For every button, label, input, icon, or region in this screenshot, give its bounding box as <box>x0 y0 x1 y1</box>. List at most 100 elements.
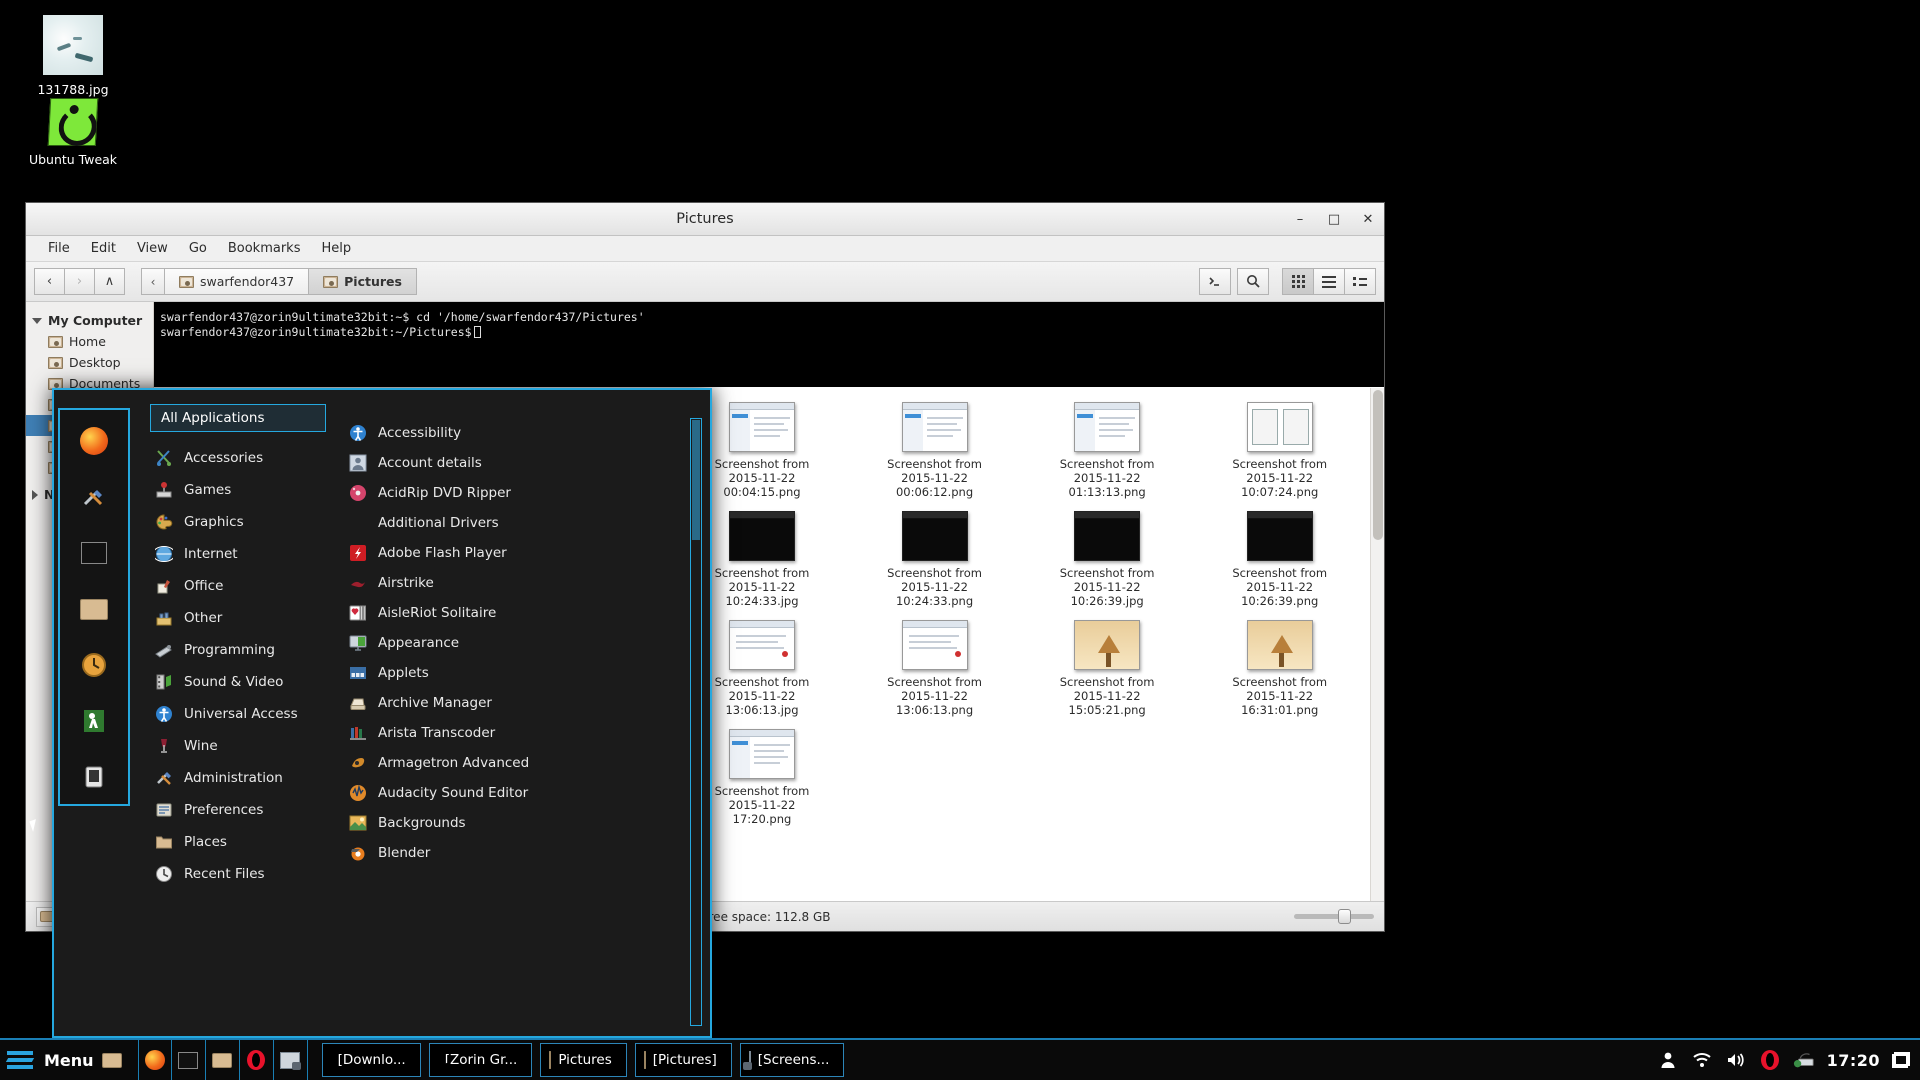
terminal-icon[interactable] <box>77 536 111 570</box>
wifi-icon[interactable] <box>1691 1049 1713 1071</box>
logout-icon[interactable] <box>77 704 111 738</box>
terminal-cursor <box>474 326 481 338</box>
quick-launch-terminal[interactable] <box>172 1039 206 1080</box>
application-item-archive-manager[interactable]: Archive Manager <box>334 688 710 718</box>
sidebar-item-home[interactable]: Home <box>26 331 153 352</box>
menu-go[interactable]: Go <box>189 241 207 256</box>
view-mode-buttons <box>1283 268 1376 295</box>
taskbar-window-button[interactable]: [Pictures] <box>635 1043 732 1077</box>
show-desktop-icon[interactable] <box>1892 1052 1910 1068</box>
grid-view-icon[interactable] <box>1282 268 1314 295</box>
quick-launch-folder[interactable] <box>206 1039 240 1080</box>
opera-icon[interactable] <box>1759 1049 1781 1071</box>
menu-help[interactable]: Help <box>321 241 351 256</box>
compact-view-icon[interactable] <box>1344 268 1376 295</box>
application-item-aisleriot-solitaire[interactable]: AisleRiot Solitaire <box>334 598 710 628</box>
category-item-graphics[interactable]: Graphics <box>142 506 334 538</box>
tools-icon[interactable] <box>77 480 111 514</box>
scrollbar-thumb[interactable] <box>692 420 700 540</box>
application-item-adobe-flash-player[interactable]: Adobe Flash Player <box>334 538 710 568</box>
desktop-icon-image[interactable]: 131788.jpg <box>18 14 128 97</box>
app-list-scrollbar[interactable] <box>690 418 702 1026</box>
category-item-recent-files[interactable]: Recent Files <box>142 858 334 890</box>
application-item-applets[interactable]: Applets <box>334 658 710 688</box>
accessibility-icon <box>348 423 368 443</box>
taskbar-window-button[interactable]: [Screens... <box>740 1043 845 1077</box>
application-item-appearance[interactable]: Appearance <box>334 628 710 658</box>
scrollbar-thumb[interactable] <box>1373 390 1383 540</box>
breadcrumb-item-swarfendor437[interactable]: swarfendor437 <box>165 268 309 295</box>
volume-icon[interactable] <box>1725 1049 1747 1071</box>
application-item-audacity-sound-editor[interactable]: Audacity Sound Editor <box>334 778 710 808</box>
quick-launch-firefox[interactable] <box>138 1039 172 1080</box>
all-applications-button[interactable]: All Applications <box>150 404 326 432</box>
list-view-icon[interactable] <box>1313 268 1345 295</box>
file-item[interactable]: Screenshot from2015-11-2200:06:12.png <box>848 396 1021 505</box>
breadcrumb-prev-button[interactable]: ‹ <box>141 268 165 295</box>
lock-icon[interactable] <box>77 760 111 794</box>
window-titlebar: Pictures – □ ✕ <box>26 203 1384 236</box>
category-item-administration[interactable]: Administration <box>142 762 334 794</box>
file-item[interactable]: Screenshot from2015-11-2210:26:39.png <box>1193 505 1366 614</box>
menu-button[interactable]: Menu <box>40 1039 132 1080</box>
file-scrollbar[interactable] <box>1370 388 1384 901</box>
user-icon[interactable] <box>1657 1049 1679 1071</box>
firefox-icon[interactable] <box>77 424 111 458</box>
minimize-button[interactable]: – <box>1292 212 1308 228</box>
file-item[interactable]: Screenshot from2015-11-2210:26:39.jpg <box>1021 505 1194 614</box>
category-item-preferences[interactable]: Preferences <box>142 794 334 826</box>
application-item-backgrounds[interactable]: Backgrounds <box>334 808 710 838</box>
category-item-programming[interactable]: Programming <box>142 634 334 666</box>
close-button[interactable]: ✕ <box>1360 212 1376 228</box>
file-item[interactable]: Screenshot from2015-11-2201:13:13.png <box>1021 396 1194 505</box>
application-item-airstrike[interactable]: Airstrike <box>334 568 710 598</box>
desktop-icon-ubuntu-tweak[interactable]: Ubuntu Tweak <box>18 98 128 167</box>
clock-icon[interactable] <box>77 648 111 682</box>
category-item-internet[interactable]: Internet <box>142 538 334 570</box>
breadcrumb-item-pictures[interactable]: Pictures <box>309 268 417 295</box>
embedded-terminal[interactable]: swarfendor437@zorin9ultimate32bit:~$ cd … <box>154 302 1384 387</box>
menu-file[interactable]: File <box>48 241 70 256</box>
taskbar-window-button[interactable]: Pictures <box>540 1043 626 1077</box>
application-item-arista-transcoder[interactable]: Arista Transcoder <box>334 718 710 748</box>
application-item-additional-drivers[interactable]: Additional Drivers <box>334 508 710 538</box>
quick-launch-screenshot[interactable] <box>274 1039 308 1080</box>
category-item-accessories[interactable]: Accessories <box>142 442 334 474</box>
application-item-blender[interactable]: Blender <box>334 838 710 868</box>
file-thumbnail <box>902 402 968 452</box>
category-item-office[interactable]: Office <box>142 570 334 602</box>
application-item-accessibility[interactable]: Accessibility <box>334 418 710 448</box>
zoom-slider[interactable] <box>1294 914 1374 919</box>
quick-launch-opera[interactable] <box>240 1039 274 1080</box>
taskbar-window-button[interactable]: [Zorin Gr... <box>429 1043 533 1077</box>
application-item-account-details[interactable]: Account details <box>334 448 710 478</box>
sidebar-header[interactable]: My Computer <box>26 310 153 331</box>
menu-view[interactable]: View <box>137 241 168 256</box>
file-item[interactable]: Screenshot from2015-11-2215:05:21.png <box>1021 614 1194 723</box>
network-icon[interactable] <box>1793 1049 1815 1071</box>
menu-edit[interactable]: Edit <box>91 241 116 256</box>
sidebar-item-desktop[interactable]: Desktop <box>26 352 153 373</box>
file-item[interactable]: Screenshot from2015-11-2216:31:01.png <box>1193 614 1366 723</box>
file-item[interactable]: Screenshot from2015-11-2213:06:13.png <box>848 614 1021 723</box>
category-item-games[interactable]: Games <box>142 474 334 506</box>
maximize-button[interactable]: □ <box>1326 212 1342 228</box>
category-item-universal-access[interactable]: Universal Access <box>142 698 334 730</box>
up-button[interactable]: ∧ <box>94 268 125 295</box>
folder-icon[interactable] <box>77 592 111 626</box>
zoom-slider-knob[interactable] <box>1338 909 1351 924</box>
category-item-sound-video[interactable]: Sound & Video <box>142 666 334 698</box>
application-item-acidrip-dvd-ripper[interactable]: AcidRip DVD Ripper <box>334 478 710 508</box>
application-item-armagetron-advanced[interactable]: Armagetron Advanced <box>334 748 710 778</box>
forward-button[interactable]: › <box>64 268 95 295</box>
back-button[interactable]: ‹ <box>34 268 65 295</box>
file-item[interactable]: Screenshot from2015-11-2210:24:33.png <box>848 505 1021 614</box>
taskbar-window-button[interactable]: [Downlo... <box>322 1043 421 1077</box>
category-item-wine[interactable]: Wine <box>142 730 334 762</box>
menu-bookmarks[interactable]: Bookmarks <box>228 241 301 256</box>
file-item[interactable]: Screenshot from2015-11-2210:07:24.png <box>1193 396 1366 505</box>
category-item-places[interactable]: Places <box>142 826 334 858</box>
search-icon[interactable] <box>1237 268 1269 295</box>
terminal-icon[interactable] <box>1199 268 1231 295</box>
category-item-other[interactable]: Other <box>142 602 334 634</box>
